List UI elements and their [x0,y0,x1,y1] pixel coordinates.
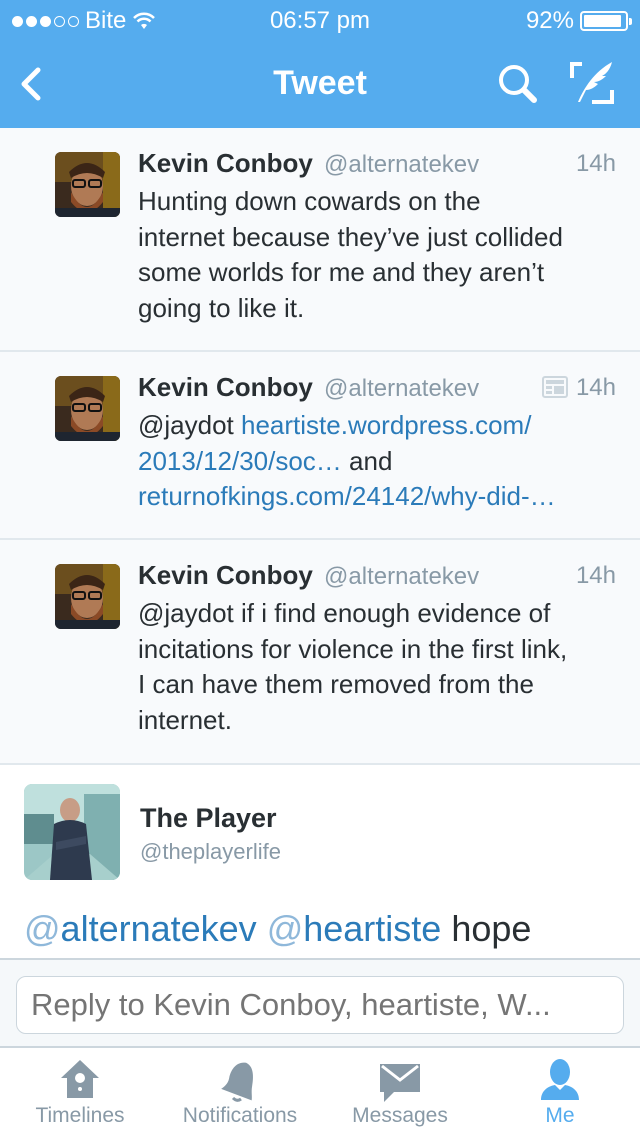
conversation-tweet[interactable]: Kevin Conboy @alternatekev 14h @jaydot h… [0,352,640,540]
tweet-text-line: incitations for violence in the first li… [138,632,618,668]
tweet-text-line: internet because they’ve just collided [138,220,618,256]
tweet-text-line: some worlds for me and they aren’t [138,255,618,291]
envelope-icon [380,1064,420,1102]
tweet-header: Kevin Conboy @alternatekev 14h [138,148,616,184]
tweet-timestamp: 14h [575,374,616,401]
birdhouse-icon [61,1060,99,1098]
author-handle[interactable]: @theplayerlife [140,839,281,865]
tweet-link[interactable]: heartiste.wordpress.com/ [241,410,531,440]
tweet-text-segment: I can have them removed from the [138,669,534,699]
avatar[interactable] [24,784,120,880]
conversation-tweet[interactable]: Kevin Conboy @alternatekev 14h Hunting d… [0,128,640,352]
main-tweet-text: @alternatekev @heartiste hope [24,908,531,950]
tweet-text-line: I can have them removed from the [138,667,618,703]
tweet-text-segment: Hunting down cowards on the [138,186,481,216]
conversation-tweet[interactable]: Kevin Conboy @alternatekev 14h @jaydot i… [0,540,640,765]
tweet-text-segment: incitations for violence in the first li… [138,633,568,664]
bell-icon [221,1062,253,1102]
tweet-text-line: going to like it. [138,291,618,327]
battery-level-fill [584,15,621,27]
summary-card-icon [542,376,568,398]
tweet-link[interactable]: 2013/12/30/soc… [138,446,342,476]
avatar[interactable] [55,564,120,629]
author-name[interactable]: Kevin Conboy [138,560,313,590]
tab-label: Messages [352,1104,448,1127]
compose-quill-icon[interactable] [568,58,618,108]
person-icon [541,1059,579,1100]
tweet-text: @jaydot heartiste.wordpress.com/2013/12/… [138,408,618,515]
tweet-link[interactable]: returnofkings.com/24142/why-did-… [138,481,556,511]
tab-notifications[interactable]: Notifications [160,1048,320,1136]
reply-bar [0,958,640,1048]
tab-me[interactable]: Me [480,1048,640,1136]
tweet-text-segment: some worlds for me and they aren’t [138,257,545,287]
author-handle[interactable]: @alternatekev [324,563,479,590]
mention-link[interactable]: @alternatekev [24,908,257,949]
tweet-text-segment: @jaydot if i find enough evidence of [138,598,551,628]
tweet-timestamp: 14h [575,562,616,589]
tweet-text-segment: @jaydot [138,410,241,440]
main-tweet: The Player @theplayerlife @alternatekev … [0,765,640,958]
author-name[interactable]: Kevin Conboy [138,148,313,178]
tweet-text-line: @jaydot heartiste.wordpress.com/ [138,408,618,444]
tab-messages[interactable]: Messages [320,1048,480,1136]
tab-label: Timelines [35,1104,125,1127]
tweet-text-line: internet. [138,703,618,739]
tweet-text-line: Hunting down cowards on the [138,184,618,220]
tweet-header: Kevin Conboy @alternatekev 14h [138,372,616,408]
tweet-text-tail: hope [451,908,532,949]
tweet-timestamp: 14h [575,150,616,177]
status-right: 92% [525,7,632,35]
tab-label: Notifications [182,1104,298,1127]
tweet-text-segment: going to like it. [138,292,305,323]
tweet-header: Kevin Conboy @alternatekev 14h [138,560,616,596]
tweet-text: @jaydot if i find enough evidence of inci… [138,596,618,738]
tab-label: Me [545,1104,575,1127]
tweet-text: Hunting down cowards on the internet beca… [138,184,618,326]
page-title: Tweet [273,64,367,102]
battery-icon [580,11,632,31]
tweet-text-segment: and [341,445,393,476]
tweet-text-segment: internet because they’ve just collided [138,221,563,252]
tweet-text-segment: internet. [138,704,232,735]
tweet-text-line: returnofkings.com/24142/why-did-… [138,479,618,515]
status-bar: Bite 06:57 pm 92% [0,0,640,40]
author-handle[interactable]: @alternatekev [324,375,479,402]
avatar[interactable] [55,152,120,217]
avatar[interactable] [55,376,120,441]
author-handle[interactable]: @alternatekev [324,151,479,178]
tab-timelines[interactable]: Timelines [0,1048,160,1136]
author-name[interactable]: Kevin Conboy [138,372,313,402]
search-icon[interactable] [496,62,540,106]
battery-percent: 92% [525,7,574,34]
nav-bar: Tweet [0,40,640,128]
tweet-text-line: @jaydot if i find enough evidence of [138,596,618,632]
mention-link[interactable]: @heartiste [267,908,442,949]
reply-input[interactable] [16,976,624,1034]
author-name[interactable]: The Player [140,803,277,834]
top-bar: Bite 06:57 pm 92% Tweet [0,0,640,128]
tweet-text-line: 2013/12/30/soc… and [138,444,618,480]
tab-bar: Timelines Notifications Messages Me [0,1048,640,1136]
